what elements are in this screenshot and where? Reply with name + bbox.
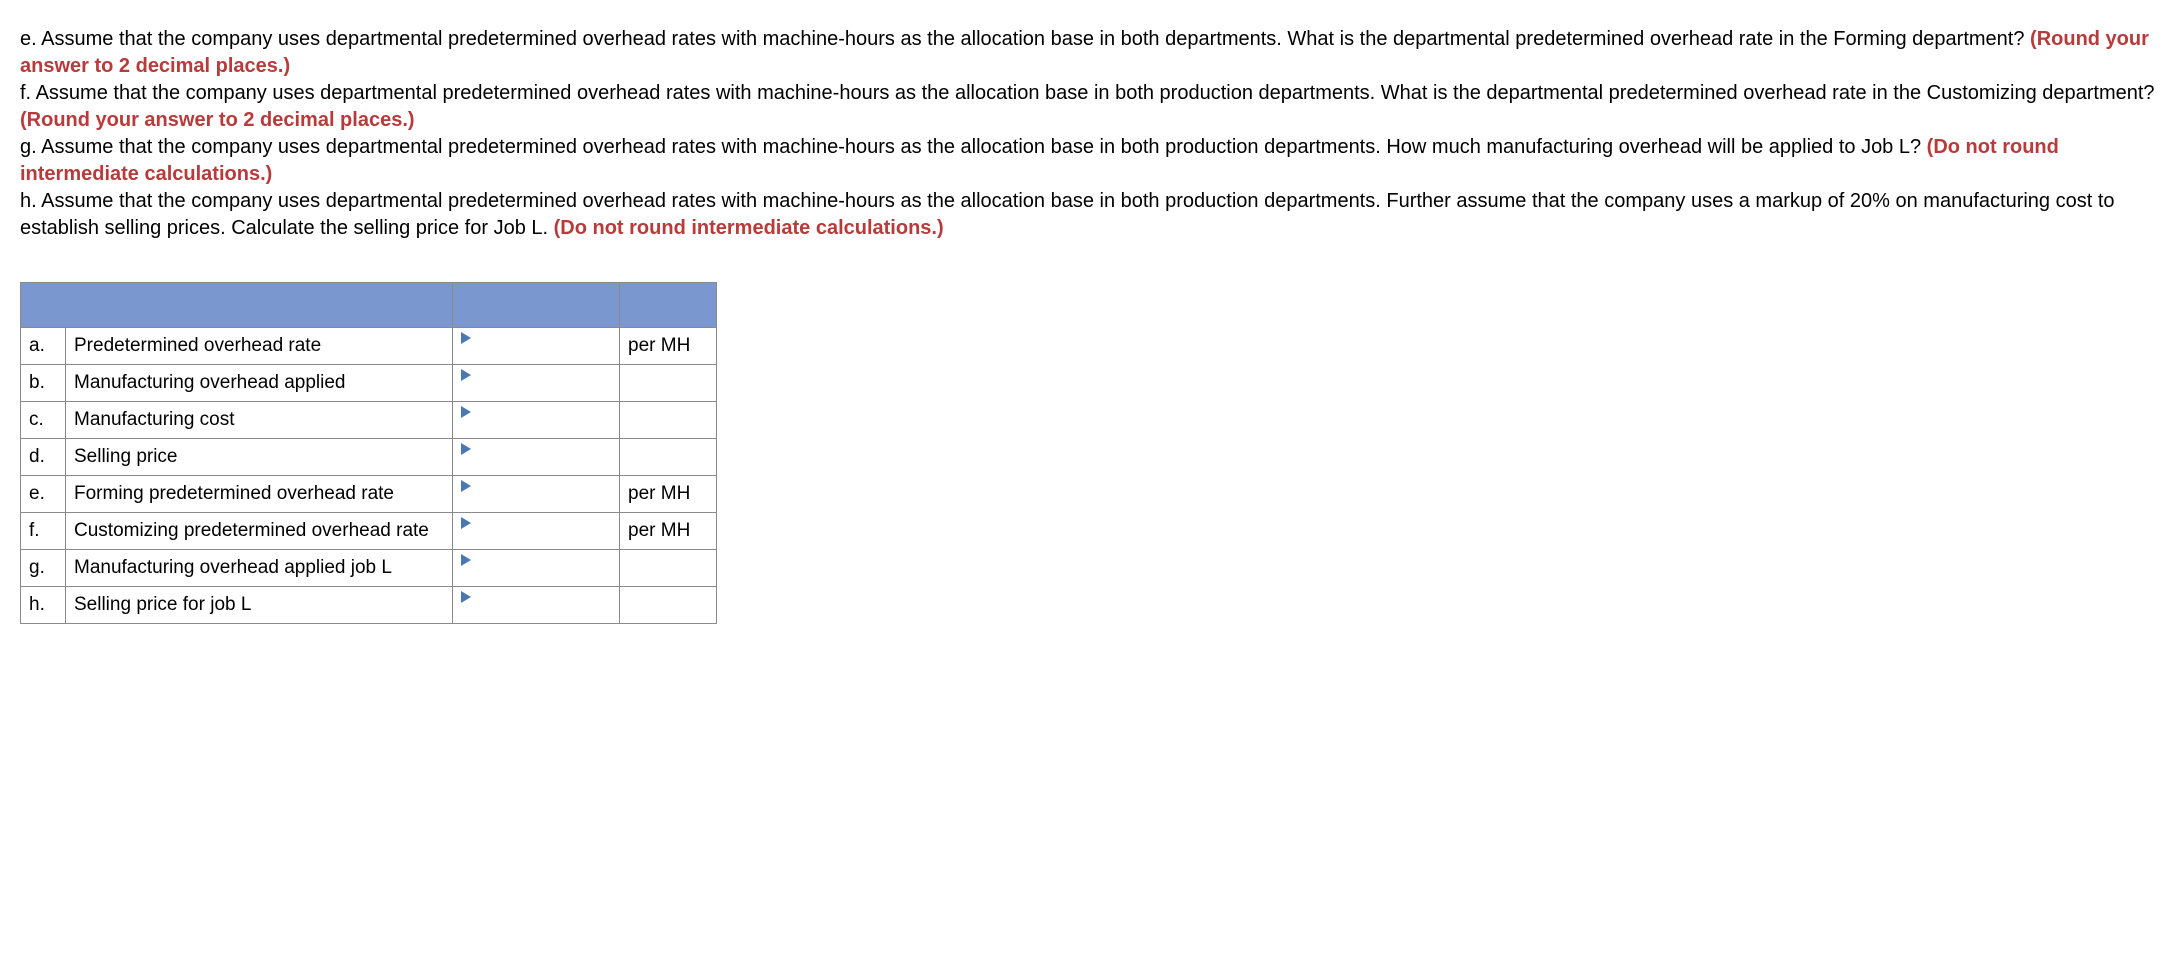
answer-input-e[interactable] xyxy=(461,480,611,508)
answer-input-f[interactable] xyxy=(461,517,611,545)
row-label: Manufacturing overhead applied xyxy=(66,365,453,402)
row-letter: a. xyxy=(21,328,66,365)
q-h-text: Assume that the company uses departmenta… xyxy=(20,190,2115,239)
table-row: c. Manufacturing cost xyxy=(21,402,717,439)
row-letter: c. xyxy=(21,402,66,439)
row-unit xyxy=(620,365,717,402)
input-marker-icon xyxy=(461,480,471,492)
input-marker-icon xyxy=(461,406,471,418)
table-row: g. Manufacturing overhead applied job L xyxy=(21,550,717,587)
question-block: e. Assume that the company uses departme… xyxy=(20,26,2160,242)
row-label: Manufacturing cost xyxy=(66,402,453,439)
input-marker-icon xyxy=(461,591,471,603)
input-marker-icon xyxy=(461,332,471,344)
q-h-prefix: h. xyxy=(20,190,41,212)
answer-input-g[interactable] xyxy=(461,554,611,582)
table-row: h. Selling price for job L xyxy=(21,587,717,624)
row-label: Customizing predetermined overhead rate xyxy=(66,513,453,550)
row-letter: d. xyxy=(21,439,66,476)
answer-input-d[interactable] xyxy=(461,443,611,471)
row-letter: g. xyxy=(21,550,66,587)
q-g-prefix: g. xyxy=(20,136,41,158)
table-row: a. Predetermined overhead rate per MH xyxy=(21,328,717,365)
table-row: e. Forming predetermined overhead rate p… xyxy=(21,476,717,513)
table-row: f. Customizing predetermined overhead ra… xyxy=(21,513,717,550)
row-unit xyxy=(620,439,717,476)
answer-table: a. Predetermined overhead rate per MH b.… xyxy=(20,282,717,624)
input-marker-icon xyxy=(461,554,471,566)
row-unit: per MH xyxy=(620,476,717,513)
q-f-hint: (Round your answer to 2 decimal places.) xyxy=(20,109,415,131)
row-label: Selling price xyxy=(66,439,453,476)
answer-input-c[interactable] xyxy=(461,406,611,434)
row-letter: h. xyxy=(21,587,66,624)
row-unit: per MH xyxy=(620,513,717,550)
q-e-prefix: e. xyxy=(20,28,41,50)
row-unit xyxy=(620,587,717,624)
input-marker-icon xyxy=(461,517,471,529)
table-header-row xyxy=(21,283,717,328)
q-f-text: Assume that the company uses departmenta… xyxy=(36,82,2155,104)
row-unit xyxy=(620,550,717,587)
row-letter: b. xyxy=(21,365,66,402)
answer-input-b[interactable] xyxy=(461,369,611,397)
row-letter: f. xyxy=(21,513,66,550)
row-unit: per MH xyxy=(620,328,717,365)
input-marker-icon xyxy=(461,369,471,381)
q-h-hint: (Do not round intermediate calculations.… xyxy=(554,217,944,239)
q-e-text: Assume that the company uses departmenta… xyxy=(41,28,2030,50)
row-label: Selling price for job L xyxy=(66,587,453,624)
input-marker-icon xyxy=(461,443,471,455)
row-label: Forming predetermined overhead rate xyxy=(66,476,453,513)
q-f-prefix: f. xyxy=(20,82,36,104)
answer-input-a[interactable] xyxy=(461,332,611,360)
q-g-text: Assume that the company uses departmenta… xyxy=(41,136,1927,158)
row-label: Predetermined overhead rate xyxy=(66,328,453,365)
table-row: b. Manufacturing overhead applied xyxy=(21,365,717,402)
cutoff-line: calculations.) xyxy=(20,10,2160,24)
row-letter: e. xyxy=(21,476,66,513)
row-unit xyxy=(620,402,717,439)
row-label: Manufacturing overhead applied job L xyxy=(66,550,453,587)
table-row: d. Selling price xyxy=(21,439,717,476)
answer-input-h[interactable] xyxy=(461,591,611,619)
